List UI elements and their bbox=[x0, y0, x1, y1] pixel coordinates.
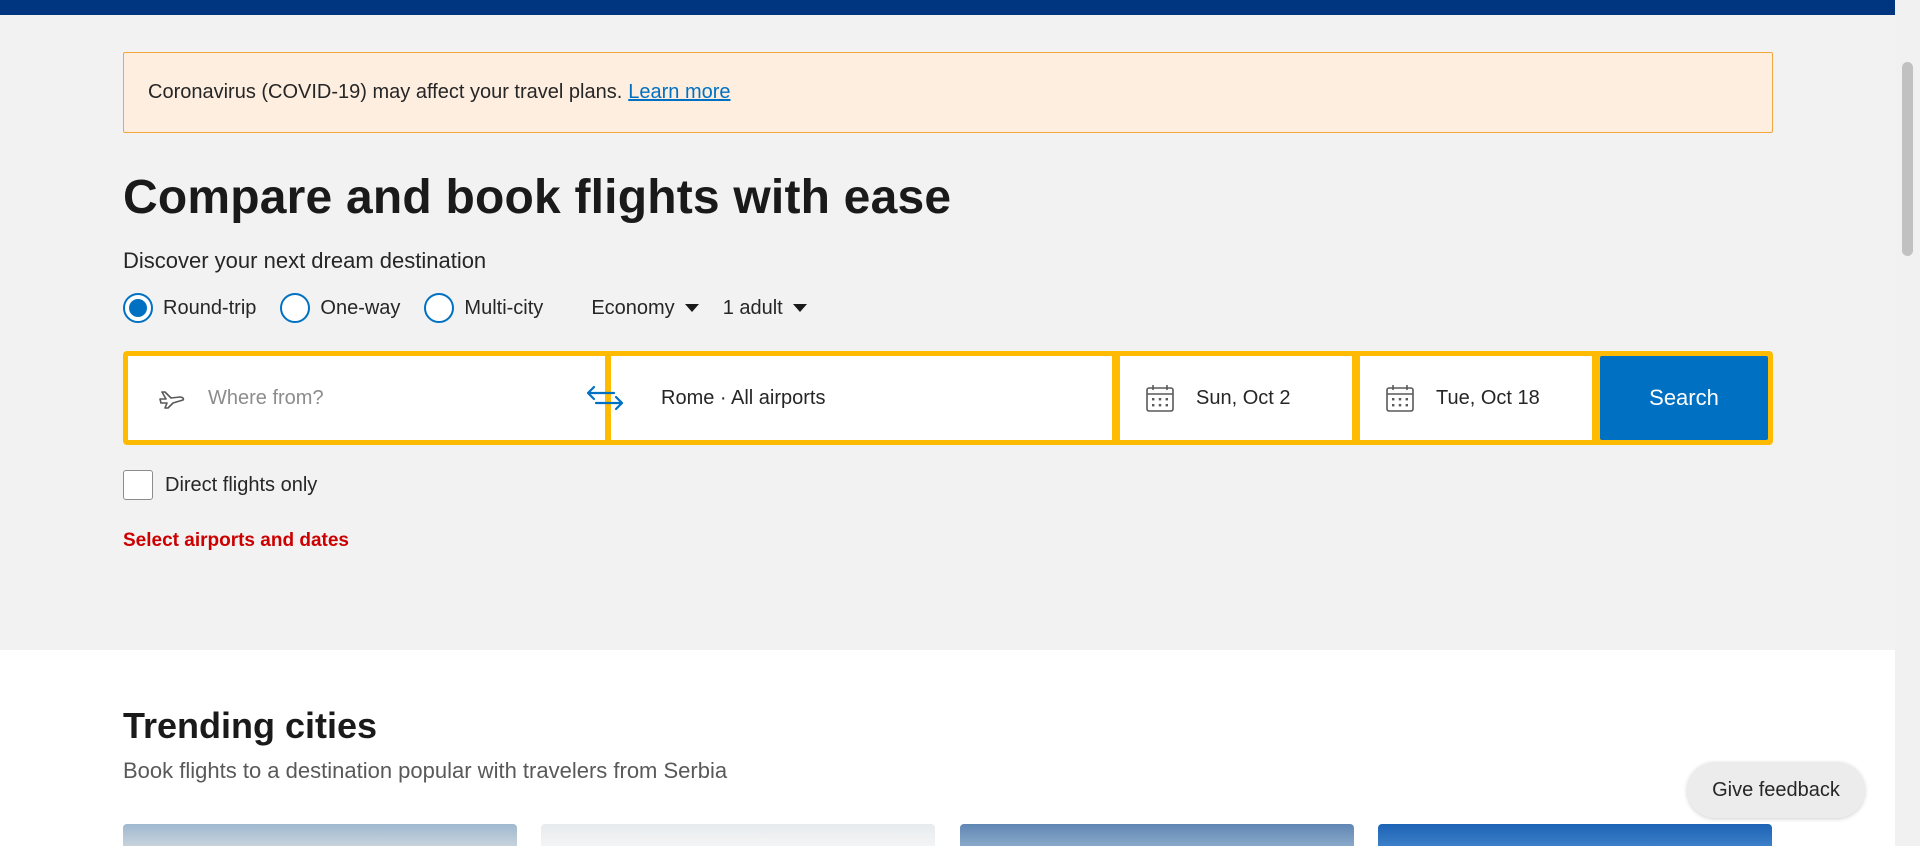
trending-section: Trending cities Book flights to a destin… bbox=[0, 650, 1895, 846]
flight-search-bar: Where from? Rome · All airports Sun, Oct… bbox=[123, 351, 1773, 445]
calendar-icon bbox=[1386, 385, 1414, 412]
learn-more-link[interactable]: Learn more bbox=[628, 81, 730, 104]
trending-subtitle: Book flights to a destination popular wi… bbox=[123, 758, 728, 783]
top-nav-bar bbox=[0, 0, 1895, 15]
multi-city-label: Multi-city bbox=[464, 296, 544, 319]
validation-error: Select airports and dates bbox=[123, 530, 349, 551]
round-trip-radio[interactable]: Round-trip bbox=[123, 293, 256, 323]
depart-date-value: Sun, Oct 2 bbox=[1196, 386, 1291, 409]
caret-down-icon bbox=[792, 304, 807, 312]
return-date-field[interactable]: Tue, Oct 18 bbox=[1360, 356, 1592, 440]
calendar-icon bbox=[1146, 385, 1174, 412]
plane-icon bbox=[159, 391, 185, 409]
swap-arrows-icon bbox=[586, 385, 624, 411]
trip-options: Round-trip One-way Multi-city Economy 1 … bbox=[123, 291, 807, 325]
city-card-image[interactable] bbox=[123, 824, 517, 846]
trending-title: Trending cities bbox=[123, 705, 378, 746]
checkbox-unchecked-icon bbox=[123, 470, 153, 500]
city-card-image[interactable] bbox=[541, 824, 935, 846]
multi-city-radio[interactable]: Multi-city bbox=[424, 293, 543, 323]
page-subtitle: Discover your next dream destination bbox=[123, 248, 487, 273]
give-feedback-button[interactable]: Give feedback bbox=[1687, 762, 1865, 818]
one-way-radio[interactable]: One-way bbox=[280, 293, 400, 323]
direct-flights-checkbox[interactable]: Direct flights only bbox=[123, 470, 317, 500]
depart-date-field[interactable]: Sun, Oct 2 bbox=[1120, 356, 1352, 440]
scrollbar-thumb[interactable] bbox=[1902, 62, 1913, 256]
city-card-image[interactable] bbox=[960, 824, 1354, 846]
caret-down-icon bbox=[684, 304, 699, 312]
search-button[interactable]: Search bbox=[1600, 356, 1768, 440]
direct-flights-label: Direct flights only bbox=[165, 473, 318, 496]
return-date-value: Tue, Oct 18 bbox=[1436, 386, 1540, 409]
destination-value: Rome · All airports bbox=[661, 386, 826, 409]
swap-button[interactable] bbox=[585, 379, 625, 417]
covid-banner: Coronavirus (COVID-19) may affect your t… bbox=[123, 52, 1773, 133]
cabin-class-dropdown[interactable]: Economy bbox=[591, 296, 699, 320]
destination-field[interactable]: Rome · All airports bbox=[611, 356, 1112, 440]
radio-unchecked-icon bbox=[424, 293, 455, 323]
page-title: Compare and book flights with ease bbox=[123, 171, 952, 224]
city-card-image[interactable] bbox=[1378, 824, 1772, 846]
page-scrollbar[interactable] bbox=[1895, 0, 1920, 846]
one-way-label: One-way bbox=[320, 296, 401, 319]
covid-banner-text: Coronavirus (COVID-19) may affect your t… bbox=[148, 81, 623, 103]
radio-unchecked-icon bbox=[280, 293, 311, 323]
origin-field[interactable]: Where from? bbox=[128, 356, 605, 440]
travelers-value: 1 adult bbox=[722, 296, 783, 319]
travelers-dropdown[interactable]: 1 adult bbox=[723, 297, 807, 320]
radio-checked-icon bbox=[123, 293, 153, 323]
round-trip-label: Round-trip bbox=[163, 296, 257, 319]
origin-placeholder: Where from? bbox=[208, 386, 324, 409]
cabin-class-value: Economy bbox=[591, 296, 675, 319]
